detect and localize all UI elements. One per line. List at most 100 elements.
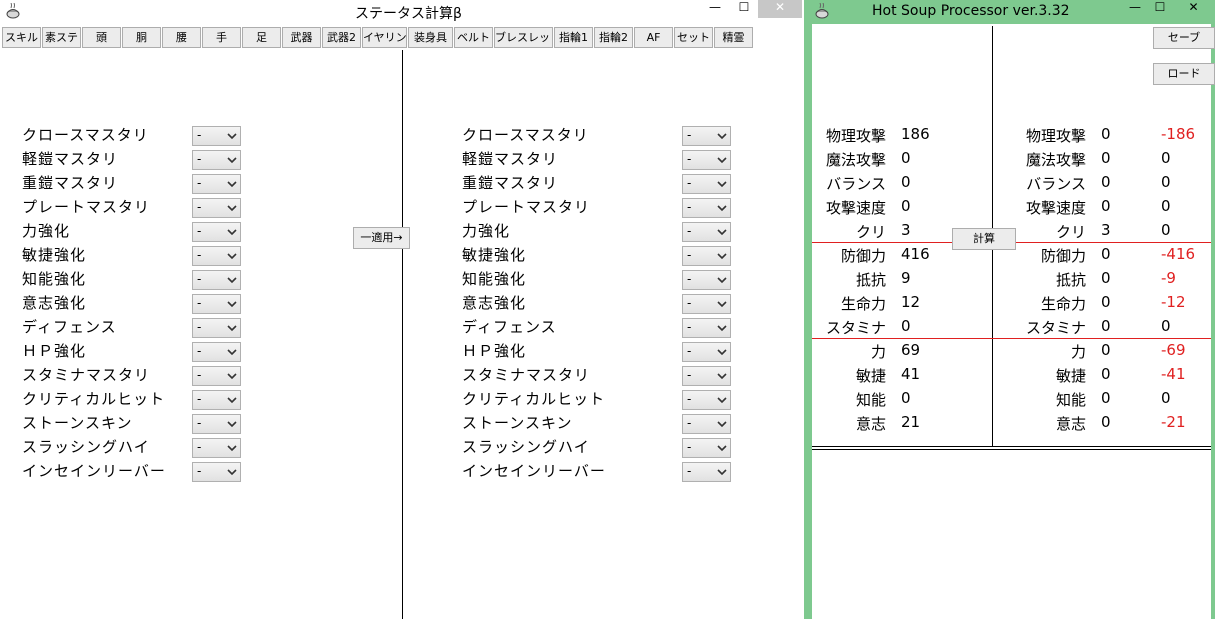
- select-value: -: [687, 368, 692, 382]
- minimize-button[interactable]: —: [1122, 0, 1148, 18]
- close-button[interactable]: ✕: [1172, 0, 1215, 18]
- select-value: -: [197, 200, 202, 214]
- chevron-down-icon: [227, 445, 237, 452]
- tab-8[interactable]: 武器2: [322, 27, 361, 48]
- stat-value-target: 0: [1101, 173, 1111, 191]
- skill-level-select[interactable]: -: [192, 222, 241, 242]
- tab-11[interactable]: ベルト: [454, 27, 493, 48]
- skill-level-select[interactable]: -: [682, 126, 731, 146]
- skill-level-select[interactable]: -: [192, 246, 241, 266]
- minimize-button[interactable]: —: [702, 0, 728, 18]
- stat-value-current: 0: [901, 317, 911, 335]
- stat-value-target: 0: [1101, 341, 1111, 359]
- skill-level-select[interactable]: -: [192, 126, 241, 146]
- skill-level-select[interactable]: -: [192, 294, 241, 314]
- select-value: -: [687, 440, 692, 454]
- skill-level-select[interactable]: -: [682, 246, 731, 266]
- skill-level-select[interactable]: -: [192, 150, 241, 170]
- stat-name: 知能: [855, 391, 886, 409]
- tab-13[interactable]: 指輪1: [554, 27, 593, 48]
- save-button[interactable]: セーブ: [1153, 27, 1215, 49]
- tab-15[interactable]: AF: [634, 27, 673, 48]
- skill-level-select[interactable]: -: [682, 198, 731, 218]
- tab-16[interactable]: セット: [674, 27, 713, 48]
- skill-label: 敏捷強化: [22, 246, 87, 264]
- stat-diff: 0: [1161, 389, 1171, 407]
- skill-level-select[interactable]: -: [192, 198, 241, 218]
- load-button[interactable]: ロード: [1153, 63, 1215, 85]
- select-value: -: [687, 152, 692, 166]
- skill-label: 知能強化: [22, 270, 87, 288]
- stat-diff: -69: [1161, 341, 1186, 359]
- skill-level-select[interactable]: -: [192, 438, 241, 458]
- skill-level-select[interactable]: -: [682, 294, 731, 314]
- skill-level-select[interactable]: -: [682, 318, 731, 338]
- select-value: -: [197, 224, 202, 238]
- stat-value-target: 0: [1101, 293, 1111, 311]
- skill-level-select[interactable]: -: [682, 414, 731, 434]
- chevron-down-icon: [717, 157, 727, 164]
- tab-5[interactable]: 手: [202, 27, 241, 48]
- skill-level-select[interactable]: -: [192, 270, 241, 290]
- chevron-down-icon: [717, 229, 727, 236]
- stat-value-current: 12: [901, 293, 921, 311]
- skill-level-select[interactable]: -: [192, 318, 241, 338]
- skill-level-select[interactable]: -: [682, 462, 731, 482]
- skill-level-select[interactable]: -: [192, 366, 241, 386]
- stat-value-target: 0: [1101, 389, 1111, 407]
- stat-name: バランス: [1026, 175, 1086, 193]
- skill-level-select[interactable]: -: [192, 414, 241, 434]
- skill-level-select[interactable]: -: [682, 366, 731, 386]
- skill-level-select[interactable]: -: [192, 462, 241, 482]
- calculate-button[interactable]: 計算: [952, 228, 1016, 250]
- maximize-button[interactable]: ☐: [730, 0, 758, 18]
- tab-17[interactable]: 精霊: [714, 27, 753, 48]
- skill-label: 力強化: [22, 222, 71, 240]
- skill-level-select[interactable]: -: [682, 342, 731, 362]
- select-value: -: [197, 248, 202, 262]
- select-value: -: [197, 272, 202, 286]
- skill-label: ストーンスキン: [462, 414, 573, 432]
- stat-value-current: 0: [901, 197, 911, 215]
- skill-level-select[interactable]: -: [682, 438, 731, 458]
- maximize-button[interactable]: ☐: [1148, 0, 1172, 18]
- tab-2[interactable]: 頭: [82, 27, 121, 48]
- chevron-down-icon: [227, 133, 237, 140]
- skill-level-select[interactable]: -: [682, 150, 731, 170]
- select-value: -: [687, 176, 692, 190]
- stat-name: 抵抗: [1055, 271, 1086, 289]
- tab-6[interactable]: 足: [242, 27, 281, 48]
- tab-14[interactable]: 指輪2: [594, 27, 633, 48]
- stat-value-current: 69: [901, 341, 921, 359]
- skill-label: 重鎧マスタリ: [22, 174, 119, 192]
- chevron-down-icon: [227, 229, 237, 236]
- tab-3[interactable]: 胴: [122, 27, 161, 48]
- skill-level-select[interactable]: -: [682, 174, 731, 194]
- tab-10[interactable]: 装身具: [408, 27, 453, 48]
- stat-value-target: 0: [1101, 317, 1111, 335]
- tab-1[interactable]: 素ステ: [42, 27, 81, 48]
- bottom-rule-1: [812, 446, 1211, 447]
- chevron-down-icon: [227, 301, 237, 308]
- skill-level-select[interactable]: -: [682, 270, 731, 290]
- close-button[interactable]: ✕: [758, 0, 802, 18]
- tab-7[interactable]: 武器: [282, 27, 321, 48]
- stat-name: 物理攻撃: [1025, 127, 1086, 145]
- apply-button[interactable]: 一適用→: [353, 227, 410, 249]
- skill-level-select[interactable]: -: [192, 174, 241, 194]
- skill-label: プレートマスタリ: [462, 198, 591, 216]
- tab-0[interactable]: スキル: [2, 27, 41, 48]
- skill-label: スラッシングハイ: [22, 438, 150, 456]
- chevron-down-icon: [717, 421, 727, 428]
- tab-4[interactable]: 腰: [162, 27, 201, 48]
- tab-12[interactable]: ブレスレット: [494, 27, 553, 48]
- select-value: -: [687, 272, 692, 286]
- skill-level-select[interactable]: -: [682, 222, 731, 242]
- chevron-down-icon: [227, 397, 237, 404]
- skill-level-select[interactable]: -: [682, 390, 731, 410]
- select-value: -: [197, 464, 202, 478]
- skill-level-select[interactable]: -: [192, 342, 241, 362]
- stat-name: スタミナ: [825, 319, 886, 337]
- tab-9[interactable]: イヤリング: [362, 27, 407, 48]
- skill-level-select[interactable]: -: [192, 390, 241, 410]
